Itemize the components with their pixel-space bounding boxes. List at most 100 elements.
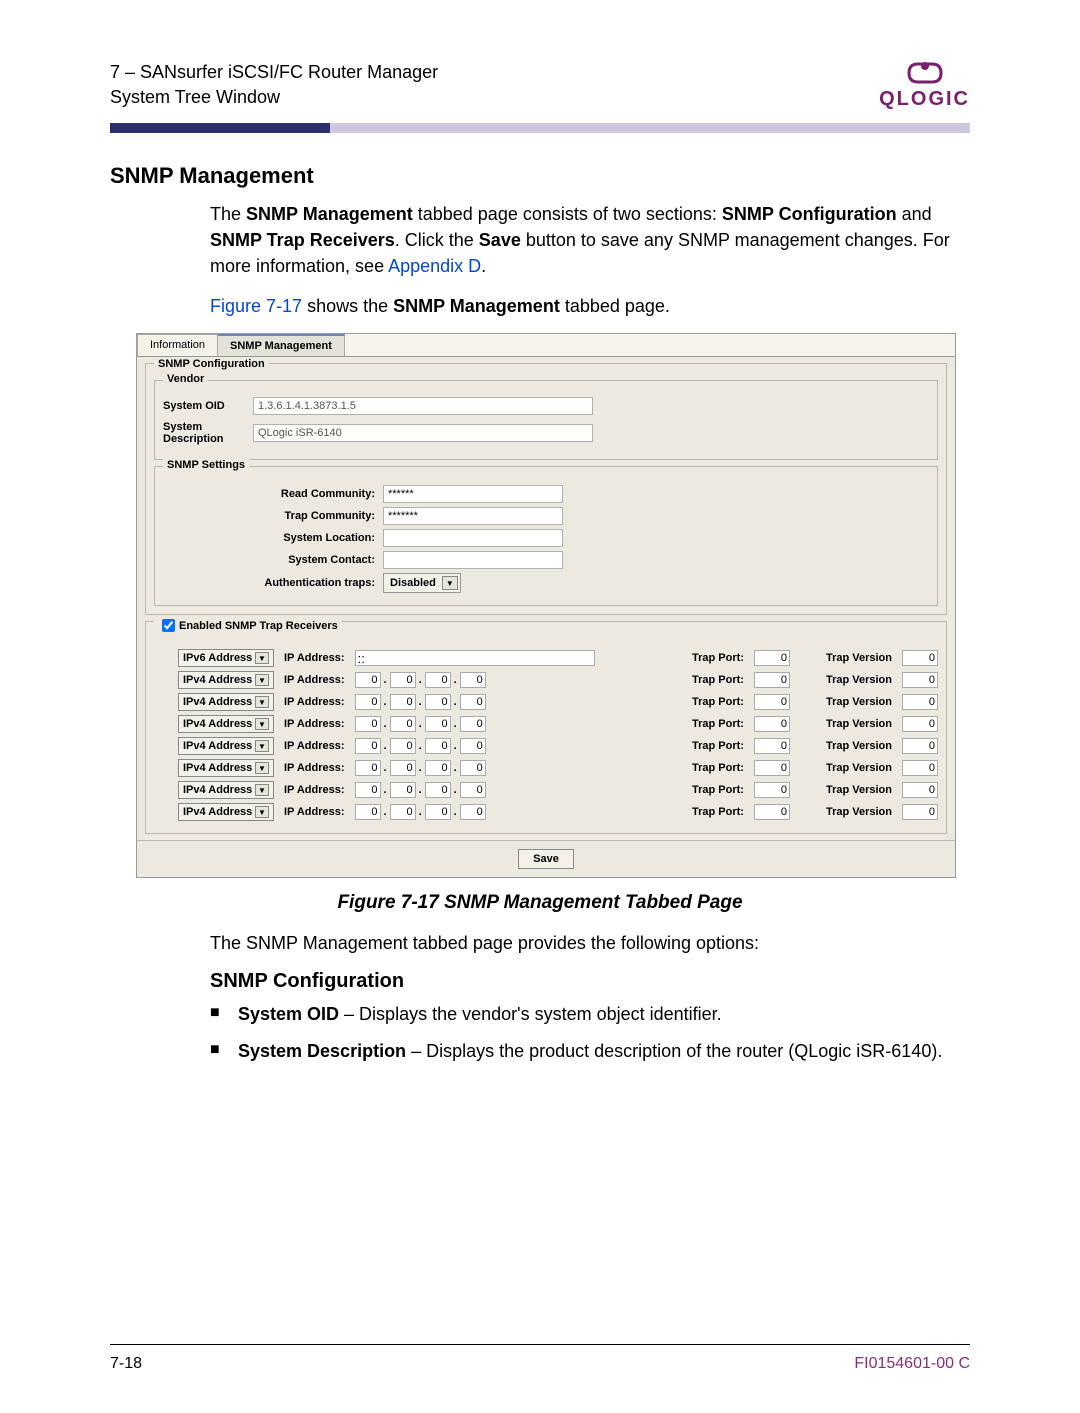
ipv4-octet-input[interactable] [460, 804, 486, 820]
settings-input[interactable] [383, 507, 563, 525]
ipv4-octet-input[interactable] [355, 716, 381, 732]
trap-version-input[interactable] [902, 650, 938, 666]
figure-ref-paragraph: Figure 7-17 shows the SNMP Management ta… [210, 293, 970, 319]
ipv4-octet-input[interactable] [425, 672, 451, 688]
trap-version-label: Trap Version [822, 740, 896, 752]
ipv4-octet-input[interactable] [425, 760, 451, 776]
settings-label: System Location: [263, 532, 383, 544]
figure-ref-link[interactable]: Figure 7-17 [210, 296, 302, 316]
ip-address-label: IP Address: [280, 762, 349, 774]
vendor-row: System OID [163, 397, 929, 415]
addr-type-combo[interactable]: IPv4 Address ▼ [178, 715, 274, 733]
trap-version-input[interactable] [902, 694, 938, 710]
tab-snmp-management[interactable]: SNMP Management [217, 334, 345, 356]
ipv6-input[interactable] [355, 650, 595, 666]
addr-type-combo[interactable]: IPv4 Address ▼ [178, 759, 274, 777]
vendor-label: System Description [163, 421, 253, 445]
ipv4-octet-input[interactable] [460, 672, 486, 688]
ipv4-octet-input[interactable] [355, 694, 381, 710]
ipv4-octet-input[interactable] [355, 782, 381, 798]
trap-port-label: Trap Port: [688, 740, 748, 752]
ipv4-octet-input[interactable] [460, 738, 486, 754]
snmp-panel: Information SNMP Management SNMP Configu… [136, 333, 956, 878]
vendor-value-input [253, 397, 593, 415]
trap-port-input[interactable] [754, 672, 790, 688]
auth-traps-combo[interactable]: Disabled ▼ [383, 573, 461, 593]
addr-type-combo[interactable]: IPv4 Address ▼ [178, 671, 274, 689]
ipv4-octet-input[interactable] [425, 716, 451, 732]
ipv4-octet-input[interactable] [425, 804, 451, 820]
ipv4-octet-input[interactable] [390, 716, 416, 732]
group-legend-config: SNMP Configuration [154, 358, 269, 370]
chevron-down-icon: ▼ [255, 806, 269, 818]
trap-row: IPv4 Address ▼ IP Address: . . . Trap Po… [154, 671, 938, 689]
ipv4-octet-input[interactable] [355, 760, 381, 776]
group-vendor: Vendor System OID System Description [154, 380, 938, 460]
ipv4-octet-input[interactable] [390, 804, 416, 820]
trap-port-input[interactable] [754, 716, 790, 732]
trap-version-input[interactable] [902, 782, 938, 798]
group-trap-receivers: Enabled SNMP Trap Receivers IPv6 Address… [145, 621, 947, 834]
ipv4-octet-input[interactable] [390, 782, 416, 798]
ipv4-octet-input[interactable] [390, 672, 416, 688]
trap-port-label: Trap Port: [688, 718, 748, 730]
legend-settings: SNMP Settings [163, 459, 249, 471]
settings-label: Trap Community: [263, 510, 383, 522]
trap-port-input[interactable] [754, 738, 790, 754]
trap-receivers-enable-checkbox[interactable] [162, 619, 175, 632]
tab-bar: Information SNMP Management [137, 334, 955, 357]
ipv4-octet-input[interactable] [425, 694, 451, 710]
trap-version-input[interactable] [902, 738, 938, 754]
trap-port-input[interactable] [754, 694, 790, 710]
settings-input[interactable] [383, 485, 563, 503]
settings-row: System Contact: [163, 551, 929, 569]
ipv4-octet-input[interactable] [355, 738, 381, 754]
ipv4-octet-input[interactable] [460, 760, 486, 776]
ipv4-octet-input[interactable] [460, 716, 486, 732]
ipv4-octet-input[interactable] [355, 672, 381, 688]
qlogic-icon [903, 60, 947, 86]
appendix-link[interactable]: Appendix D [388, 256, 481, 276]
trap-version-input[interactable] [902, 760, 938, 776]
ipv4-octet-input[interactable] [460, 694, 486, 710]
chevron-down-icon: ▼ [255, 762, 269, 774]
addr-type-combo[interactable]: IPv6 Address ▼ [178, 649, 274, 667]
ipv4-group: . . . [355, 782, 486, 798]
ipv4-octet-input[interactable] [425, 782, 451, 798]
page-header: 7 – SANsurfer iSCSI/FC Router Manager Sy… [110, 60, 970, 111]
addr-type-combo[interactable]: IPv4 Address ▼ [178, 781, 274, 799]
ipv4-octet-input[interactable] [390, 738, 416, 754]
trap-row: IPv4 Address ▼ IP Address: . . . Trap Po… [154, 737, 938, 755]
trap-port-label: Trap Port: [688, 806, 748, 818]
brand-logo: QLOGIC [879, 60, 970, 111]
ip-address-label: IP Address: [280, 696, 349, 708]
trap-version-input[interactable] [902, 716, 938, 732]
header-left: 7 – SANsurfer iSCSI/FC Router Manager Sy… [110, 60, 438, 110]
trap-version-input[interactable] [902, 672, 938, 688]
chapter-label: 7 – SANsurfer iSCSI/FC Router Manager [110, 60, 438, 85]
trap-port-input[interactable] [754, 804, 790, 820]
addr-type-combo[interactable]: IPv4 Address ▼ [178, 693, 274, 711]
addr-type-combo[interactable]: IPv4 Address ▼ [178, 737, 274, 755]
chevron-down-icon: ▼ [255, 652, 269, 664]
trap-version-input[interactable] [902, 804, 938, 820]
tab-information[interactable]: Information [137, 334, 218, 356]
settings-input[interactable] [383, 551, 563, 569]
trap-port-input[interactable] [754, 760, 790, 776]
settings-row: Trap Community: [163, 507, 929, 525]
auth-traps-row: Authentication traps: Disabled ▼ [163, 573, 929, 593]
ipv4-octet-input[interactable] [460, 782, 486, 798]
chevron-down-icon: ▼ [255, 740, 269, 752]
trap-port-input[interactable] [754, 782, 790, 798]
ipv4-octet-input[interactable] [390, 694, 416, 710]
ipv4-octet-input[interactable] [390, 760, 416, 776]
addr-type-combo[interactable]: IPv4 Address ▼ [178, 803, 274, 821]
trap-port-input[interactable] [754, 650, 790, 666]
rule-bar [110, 123, 970, 133]
intro-paragraph: The SNMP Management tabbed page consists… [210, 201, 970, 279]
save-button[interactable]: Save [518, 849, 574, 869]
ipv4-octet-input[interactable] [355, 804, 381, 820]
settings-input[interactable] [383, 529, 563, 547]
ip-address-label: IP Address: [280, 740, 349, 752]
ipv4-octet-input[interactable] [425, 738, 451, 754]
